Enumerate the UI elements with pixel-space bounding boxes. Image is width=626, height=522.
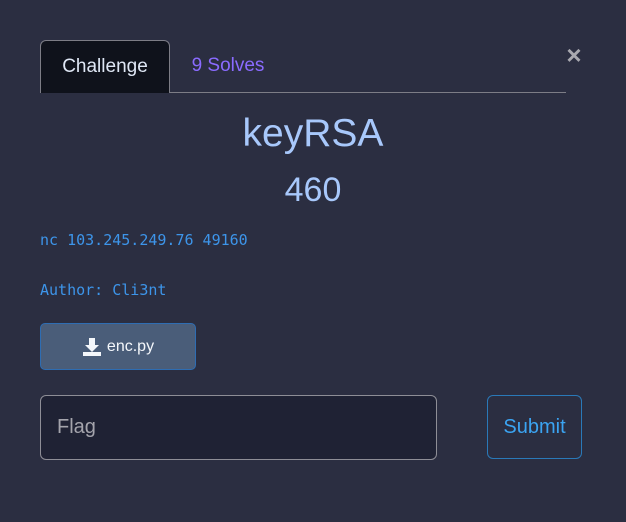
challenge-value: 460 (284, 171, 342, 209)
tab-solves[interactable]: 9 Solves (180, 40, 276, 92)
tab-bar: Challenge 9 Solves (40, 40, 566, 93)
challenge-modal: × Challenge 9 Solves keyRSA 460 nc 103.2… (0, 0, 626, 522)
tab-challenge[interactable]: Challenge (40, 40, 170, 93)
file-download-button[interactable]: enc.py (40, 323, 196, 370)
flag-input[interactable] (40, 395, 437, 460)
author-info: Author: Cli3nt (40, 281, 167, 299)
file-name: enc.py (106, 337, 155, 355)
download-icon (82, 337, 101, 356)
close-icon[interactable]: × (563, 42, 585, 68)
challenge-name: keyRSA (242, 112, 384, 155)
connection-info: nc 103.245.249.76 49160 (40, 231, 248, 249)
submit-button[interactable]: Submit (487, 395, 582, 459)
